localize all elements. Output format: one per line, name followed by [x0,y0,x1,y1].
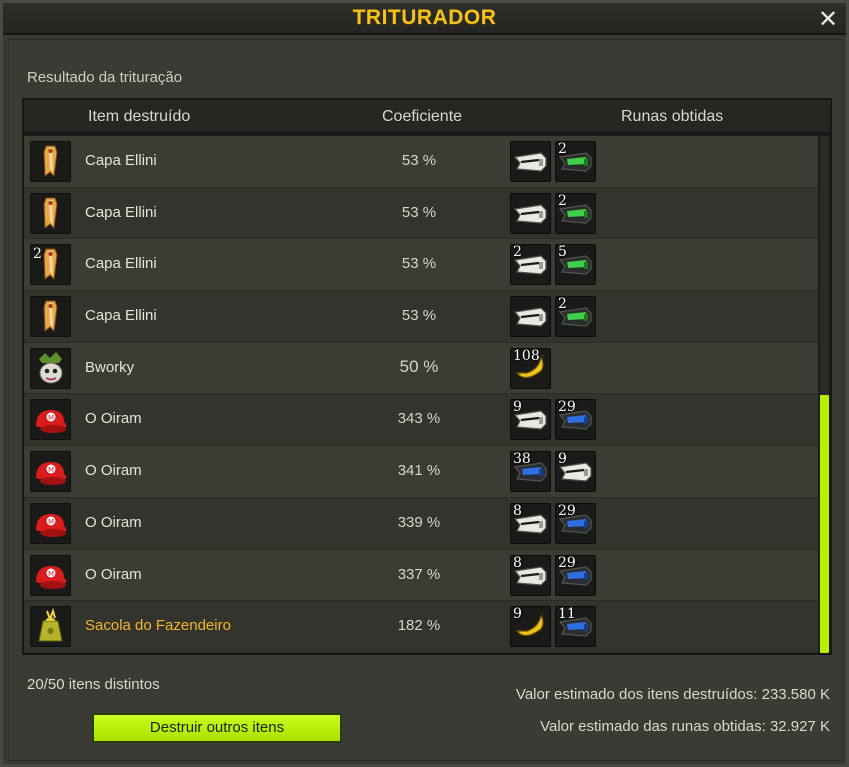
rune-quantity: 8 [513,502,522,519]
red-cap-icon[interactable]: M [30,554,71,596]
distinct-items-count: 20/50 itens distintos [27,676,160,693]
item-name: O Oiram [85,410,142,428]
coefficient-value: 53 % [401,255,437,273]
item-name: Capa Ellini [85,203,157,221]
green-rune-icon[interactable]: 2 [555,141,596,182]
blue-rune-icon[interactable]: 29 [555,502,596,544]
rune-quantity: 2 [513,244,522,261]
red-cap-icon[interactable]: M [30,502,71,544]
white-rune-icon[interactable]: 8 [510,502,551,544]
coefficient-value: 337 % [397,565,441,583]
rune-quantity: 108 [513,347,540,364]
blue-rune-icon[interactable]: 11 [555,606,596,648]
item-name: Capa Ellini [85,255,157,273]
rune-quantity: 2 [558,296,567,313]
white-rune-icon[interactable]: 9 [510,399,551,441]
item-name: O Oiram [85,513,142,531]
coefficient-value: 50 % [399,356,439,376]
table-row[interactable]: Capa Ellini 53 % 2 [24,187,818,240]
title-bar: TRITURADOR ✕ [3,3,846,35]
table-row[interactable]: M O Oiram 337 % 8 29 [24,549,818,602]
rune-quantity: 8 [513,554,522,571]
table-row[interactable]: M O Oiram 339 % 8 29 [24,497,818,550]
table-body: Capa Ellini 53 % 2 Capa Ellini 53 % 2 2 Capa El… [24,136,818,653]
coefficient-value: 341 % [397,462,441,480]
yellow-rune-icon[interactable]: 9 [510,606,551,648]
header-coefficient: Coeficiente [382,108,463,125]
header-runes: Runas obtidas [621,108,724,125]
green-rune-icon[interactable]: 5 [555,244,596,286]
scrollbar-thumb[interactable] [820,395,829,653]
item-quantity: 2 [33,246,42,263]
rune-quantity: 29 [558,502,576,519]
cape-icon[interactable] [30,296,71,338]
coefficient-value: 339 % [397,513,441,531]
table-row[interactable]: Capa Ellini 53 % 2 [24,291,818,343]
rune-quantity: 9 [513,606,522,623]
window-content: Resultado da trituração Item destruído C… [8,39,843,761]
blue-rune-icon[interactable]: 38 [510,451,551,493]
item-name: Capa Ellini [85,307,157,325]
table-row[interactable]: M O Oiram 343 % 9 29 [24,394,818,447]
svg-text:M: M [48,570,54,578]
coefficient-value: 182 % [397,617,441,635]
svg-text:M: M [48,466,54,474]
header-item: Item destruído [88,108,191,125]
white-rune-icon[interactable] [510,296,551,338]
item-name: Bworky [85,358,135,376]
coefficient-value: 343 % [397,410,441,428]
table-row[interactable]: Capa Ellini 53 % 2 [24,136,818,188]
window-title: TRITURADOR [352,6,497,29]
item-name: Capa Ellini [85,152,157,169]
estimated-runes-value: Valor estimado das runas obtidas: 32.927… [540,718,830,735]
rune-quantity: 9 [558,451,567,468]
rune-quantity: 29 [558,399,576,416]
green-rune-icon[interactable]: 2 [555,192,596,234]
green-rune-icon[interactable]: 2 [555,296,596,338]
close-icon[interactable]: ✕ [816,7,840,31]
table-row[interactable]: Sacola do Fazendeiro 182 % 9 11 [24,601,818,653]
coefficient-value: 53 % [401,152,437,169]
blue-rune-icon[interactable]: 29 [555,399,596,441]
svg-text:M: M [48,518,54,526]
table-row[interactable]: 2 Capa Ellini 53 % 2 5 [24,239,818,292]
item-name: Sacola do Fazendeiro [85,617,231,635]
item-name: O Oiram [85,565,142,583]
white-rune-icon[interactable]: 9 [555,451,596,493]
white-rune-icon[interactable] [510,192,551,234]
rune-quantity: 2 [558,141,567,157]
scrollbar-track[interactable] [820,136,829,653]
table-row[interactable]: Bworky 50 % 108 [24,342,818,395]
rune-quantity: 29 [558,554,576,571]
cape-icon[interactable]: 2 [30,244,71,286]
rune-quantity: 11 [558,606,576,623]
red-cap-icon[interactable]: M [30,399,71,441]
rune-quantity: 38 [513,451,531,468]
table-row[interactable]: M O Oiram 341 % 38 9 [24,446,818,498]
table-header: Item destruído Coeficiente Runas obtidas [24,100,830,134]
rune-quantity: 2 [558,192,567,209]
rune-quantity: 5 [558,244,567,261]
white-rune-icon[interactable] [510,141,551,182]
results-table: Item destruído Coeficiente Runas obtidas… [22,98,832,655]
item-name: O Oiram [85,462,142,480]
destroy-other-items-button[interactable]: Destruir outros itens [92,713,342,743]
bworky-icon[interactable] [30,347,71,389]
cape-icon[interactable] [30,192,71,234]
svg-text:M: M [48,414,54,422]
cape-icon[interactable] [30,141,71,182]
white-rune-icon[interactable]: 2 [510,244,551,286]
coefficient-value: 53 % [401,203,437,221]
yellow-rune-icon[interactable]: 108 [510,347,551,389]
coefficient-value: 53 % [401,307,437,325]
rune-quantity: 9 [513,399,522,416]
farmer-bag-icon[interactable] [30,606,71,648]
estimated-destroyed-value: Valor estimado dos itens destruídos: 233… [515,686,830,703]
red-cap-icon[interactable]: M [30,451,71,493]
section-label: Resultado da trituração [27,69,183,86]
blue-rune-icon[interactable]: 29 [555,554,596,596]
white-rune-icon[interactable]: 8 [510,554,551,596]
shredder-window: TRITURADOR ✕ Resultado da trituração Ite… [0,0,849,767]
